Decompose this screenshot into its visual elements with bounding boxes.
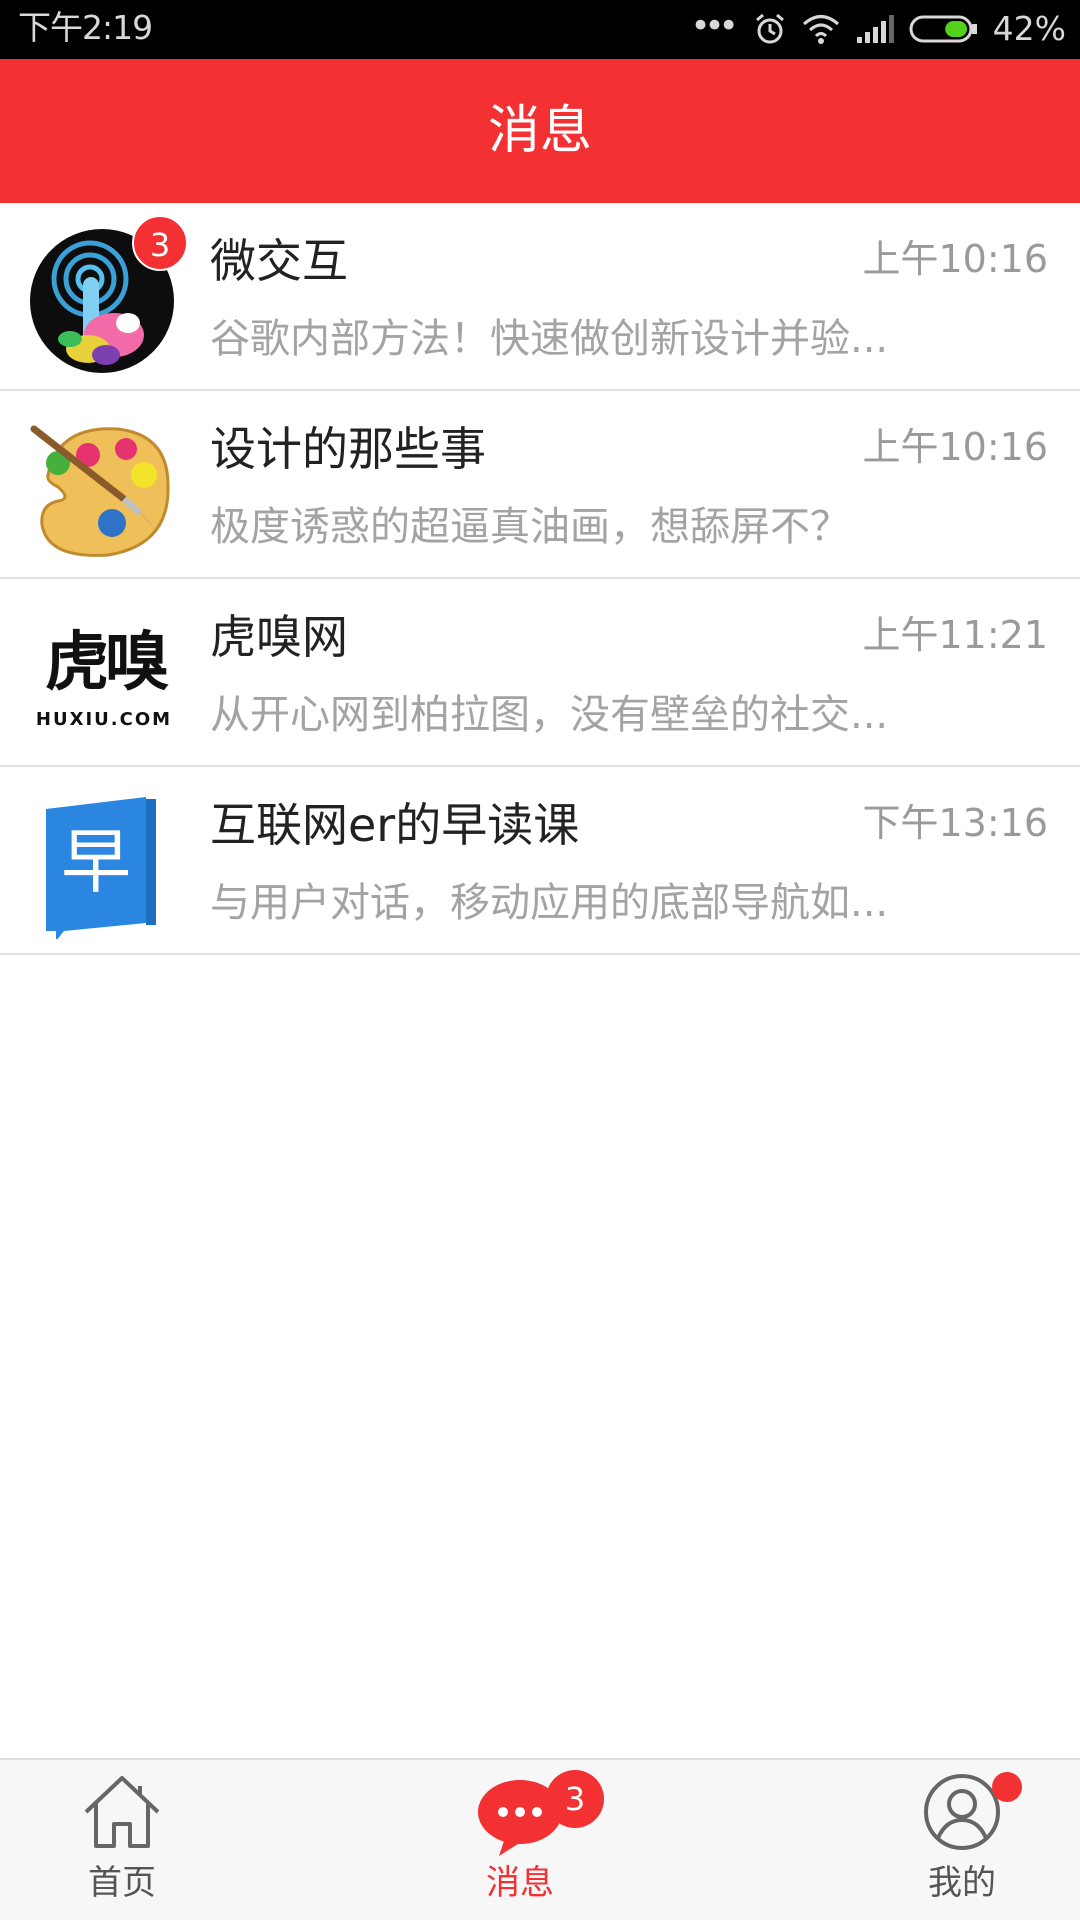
tab-me[interactable]: 我的 [862,1760,1062,1920]
huxiu-logo-subtext: HUXIU.COM [35,709,173,730]
status-bar: 下午2:19 ••• 42% [0,0,1080,59]
status-icons: ••• 42% [690,8,1066,50]
unread-badge: 3 [132,215,188,271]
zao-logo-text: 早 [61,821,131,903]
message-time: 下午13:16 [862,801,1048,845]
palette-logo-avatar [30,425,170,557]
message-item-design[interactable]: 设计的那些事 上午10:16 极度诱惑的超逼真油画，想舔屏不？ [0,391,1080,579]
message-time: 上午10:16 [862,237,1048,281]
message-list: 3 微交互 上午10:16 谷歌内部方法！快速做创新设计并验... 设计的那些事… [0,203,1080,955]
message-sender: 虎嗅网 [210,610,348,664]
signal-icon [856,15,894,43]
message-item-weijiaohu[interactable]: 3 微交互 上午10:16 谷歌内部方法！快速做创新设计并验... [0,203,1080,391]
home-icon [84,1776,160,1848]
page-title: 消息 [487,101,592,161]
tab-messages-label: 消息 [486,1863,554,1903]
message-preview: 与用户对话，移动应用的底部导航如... [210,880,889,926]
message-preview: 极度诱惑的超逼真油画，想舔屏不？ [210,504,850,550]
status-time: 下午2:19 [18,8,153,47]
user-profile-icon [924,1774,1000,1850]
message-sender: 设计的那些事 [210,422,486,476]
message-preview: 从开心网到柏拉图，没有壁垒的社交... [210,692,889,738]
message-sender: 互联网er的早读课 [210,798,580,852]
message-time: 上午11:21 [862,613,1048,657]
message-preview: 谷歌内部方法！快速做创新设计并验... [210,316,889,362]
message-sender: 微交互 [210,234,348,288]
message-time: 上午10:16 [862,425,1048,469]
huxiu-logo-text: 虎嗅 [45,625,169,700]
wifi-icon [802,15,839,44]
tab-home-label: 首页 [88,1863,156,1903]
app-header: 消息 [0,59,1080,203]
me-notification-dot [992,1772,1022,1802]
alarm-icon [755,13,784,44]
battery-percent: 42% [992,9,1066,48]
tab-home[interactable]: 首页 [22,1760,222,1920]
message-item-zaodu[interactable]: 早 互联网er的早读课 下午13:16 与用户对话，移动应用的底部导航如... [0,767,1080,955]
tab-me-label: 我的 [928,1863,996,1903]
zao-book-logo-avatar: 早 [28,791,176,939]
tab-messages[interactable]: 3 消息 [420,1760,620,1920]
more-dots-icon: ••• [690,6,738,46]
huxiu-logo-avatar: 虎嗅 HUXIU.COM [28,603,176,751]
battery-icon [909,15,977,43]
message-item-huxiu[interactable]: 虎嗅 HUXIU.COM 虎嗅网 上午11:21 从开心网到柏拉图，没有壁垒的社… [0,579,1080,767]
messages-tab-badge: 3 [546,1770,604,1828]
bottom-tab-bar: 首页 3 消息 我的 [0,1758,1080,1920]
